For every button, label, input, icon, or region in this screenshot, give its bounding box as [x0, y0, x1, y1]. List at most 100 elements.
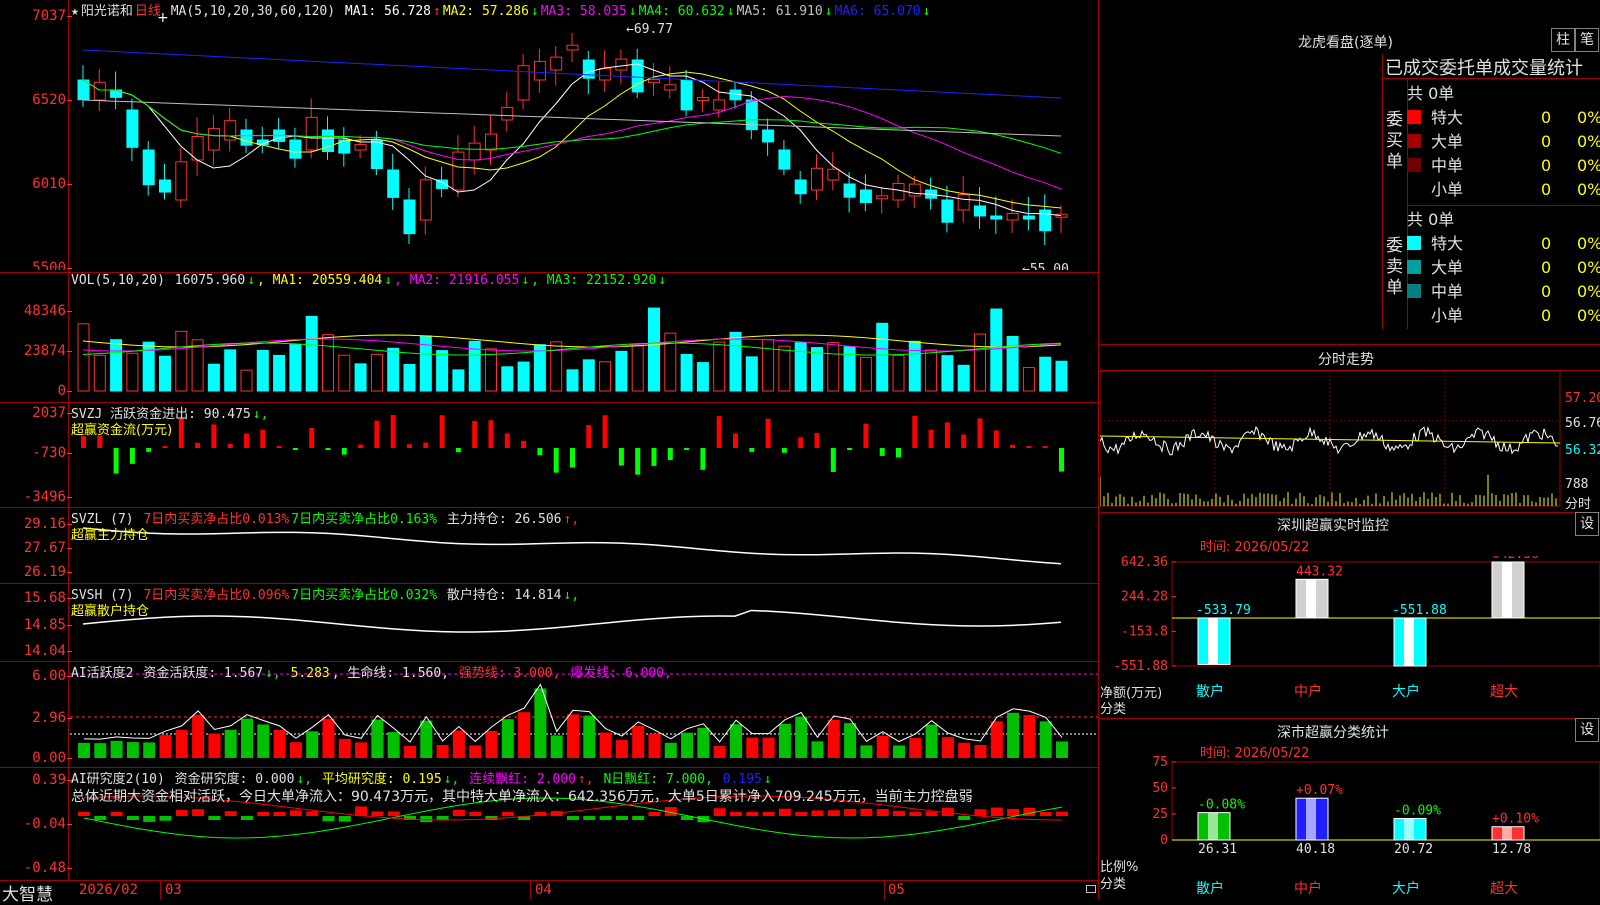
candle-body [1055, 213, 1068, 218]
kline-y-label: 5500 [0, 260, 72, 270]
activity-bar [436, 744, 449, 758]
ai-activity-y-label: 6.00 [0, 668, 72, 684]
svzl-y-label: 29.16 [0, 516, 72, 532]
activity-bar [501, 719, 514, 758]
flow-bar [716, 416, 722, 448]
svsh-pane[interactable]: SVSH (7) 7日内买卖净占比0.096% 7日内买卖净占比0.032% 散户… [0, 584, 1100, 660]
svzl-pane[interactable]: SVZL (7) 7日内买卖净占比0.013% 7日内买卖净占比0.163% 主力… [0, 508, 1100, 582]
sz-monitor-chart[interactable]: 642.36 244.28 -153.8 -551.88 -533.79 散户 443.32… [1100, 556, 1600, 716]
volume-bar [485, 348, 497, 392]
activity-bar [811, 741, 824, 758]
class-bar-highlight [1404, 818, 1414, 840]
volume-bar [745, 356, 758, 392]
candle-body [468, 142, 481, 161]
activity-bar [599, 732, 612, 758]
candle-body [664, 84, 677, 91]
flow-bar [113, 448, 119, 474]
order-count: 0 [1541, 132, 1552, 151]
volume-bar [338, 354, 351, 392]
order-label: 中单 [1431, 282, 1464, 301]
flow-bar [635, 448, 641, 475]
volume-bar [1055, 360, 1068, 392]
flow-bar [455, 448, 461, 453]
kline-chart[interactable] [0, 0, 1100, 270]
candle-body [811, 167, 823, 191]
volume-bar [305, 315, 318, 392]
low-marker: ←55.00 [1022, 262, 1069, 270]
candle-body [1022, 215, 1035, 220]
research-bar [909, 812, 922, 816]
flow-bar [667, 448, 673, 461]
flow-bar [798, 437, 804, 448]
order-row: 特大 0 0% [1407, 104, 1600, 128]
lock-icon[interactable] [1086, 885, 1096, 893]
activity-bar [795, 716, 808, 758]
volume-chart[interactable] [0, 273, 1100, 401]
class-value: 40.18 [1296, 842, 1335, 857]
order-pct: 0% [1577, 306, 1600, 325]
flow-bar [896, 448, 901, 458]
sz-monitor-settings-button[interactable]: 设 [1575, 512, 1599, 536]
date-label: 03 [165, 882, 182, 898]
activity-bar [518, 712, 531, 758]
flow-bar [993, 430, 999, 448]
class-change: +0.10% [1492, 812, 1539, 827]
intraday-chart[interactable] [1100, 371, 1600, 511]
tick-mode-button[interactable]: 笔 [1575, 28, 1599, 52]
svzj-y-label: -3496 [0, 489, 72, 505]
monitor-bar-highlight [1404, 617, 1414, 666]
activity-bar [208, 733, 221, 758]
kline-pane[interactable]: ★ 阳光诺和 日线 MA(5,10,20,30,60,120) MA1: 56.72… [0, 0, 1100, 270]
lhb-tabs[interactable]: 已成交委托单成交量统计 [1385, 54, 1583, 80]
flow-bar [847, 448, 853, 450]
order-pct: 0% [1577, 156, 1600, 175]
intraday-pane[interactable]: 57.20 56.76 56.32 788 分时 [1100, 371, 1600, 512]
volume-bar [77, 323, 90, 392]
intraday-y-label: 56.32 [1565, 443, 1600, 458]
color-swatch [1407, 182, 1421, 196]
volume-pane[interactable]: VOL(5,10,20) 16075.960 ↓, MA1: 20559.404 ↓… [0, 273, 1100, 401]
ai-research-pane[interactable]: AI研究度2(10) 资金研究度: 0.000 ↓, 平均研究度: 0.195 ↓,… [0, 768, 1100, 880]
flow-bar [227, 443, 233, 448]
vol-ma-arrow: ↓ [521, 273, 530, 288]
activity-bar [697, 727, 710, 758]
volume-bar [680, 354, 693, 392]
flow-bar [700, 448, 706, 470]
activity-bar [322, 718, 335, 758]
svzj-pane[interactable]: SVZJ 活跃资金进出: 90.475 ↓, 超赢资金流(万元) 2037 -73… [0, 403, 1100, 506]
research-bar [583, 816, 596, 820]
volume-bar [631, 345, 644, 392]
candle-body [827, 168, 840, 181]
class-y-label: 25 [1152, 807, 1168, 822]
candle-body [908, 183, 921, 197]
sell-side-label: 委卖单 [1386, 236, 1403, 298]
intraday-y-label: 57.20 [1565, 391, 1600, 406]
kline-header: ★ 阳光诺和 日线 MA(5,10,20,30,60,120) MA1: 56.72… [71, 4, 931, 19]
date-label: 04 [535, 882, 552, 898]
research-bar [925, 811, 938, 816]
sz-class-settings-button[interactable]: 设 [1575, 718, 1599, 742]
class-category: 中户 [1294, 880, 1322, 897]
buy-side-label: 委买单 [1386, 110, 1403, 172]
sz-monitor-time: 时间: 2026/05/22 [1200, 540, 1310, 555]
bar-mode-button[interactable]: 柱 [1551, 28, 1575, 52]
volume-header: VOL(5,10,20) 16075.960 ↓, MA1: 20559.404 ↓… [71, 273, 667, 288]
activity-bar [974, 744, 987, 758]
ai-activity-pane[interactable]: AI活跃度2 资金活跃度: 1.567 ↓, 5.283, 生命线: 1.560,… [0, 662, 1100, 766]
flow-bar [1010, 444, 1016, 448]
candle-body [696, 96, 709, 101]
activity-bar [827, 719, 840, 758]
activity-bar [583, 715, 596, 758]
research-bar [876, 809, 889, 816]
ai-research-y-label: 0.39 [0, 772, 72, 788]
activity-bar [567, 714, 579, 758]
order-label: 大单 [1431, 132, 1464, 151]
order-label: 特大 [1431, 108, 1464, 127]
volume-bar [436, 350, 449, 392]
sz-class-chart[interactable]: 75 50 25 0 -0.08% 26.31 散户 +0.07% 40.18 中户 -0.09% 2… [1100, 756, 1600, 900]
candle-body [175, 161, 188, 201]
candle-body [126, 109, 139, 148]
candle-body [957, 194, 970, 211]
candle-body [501, 106, 514, 121]
activity-bar [990, 721, 1003, 758]
